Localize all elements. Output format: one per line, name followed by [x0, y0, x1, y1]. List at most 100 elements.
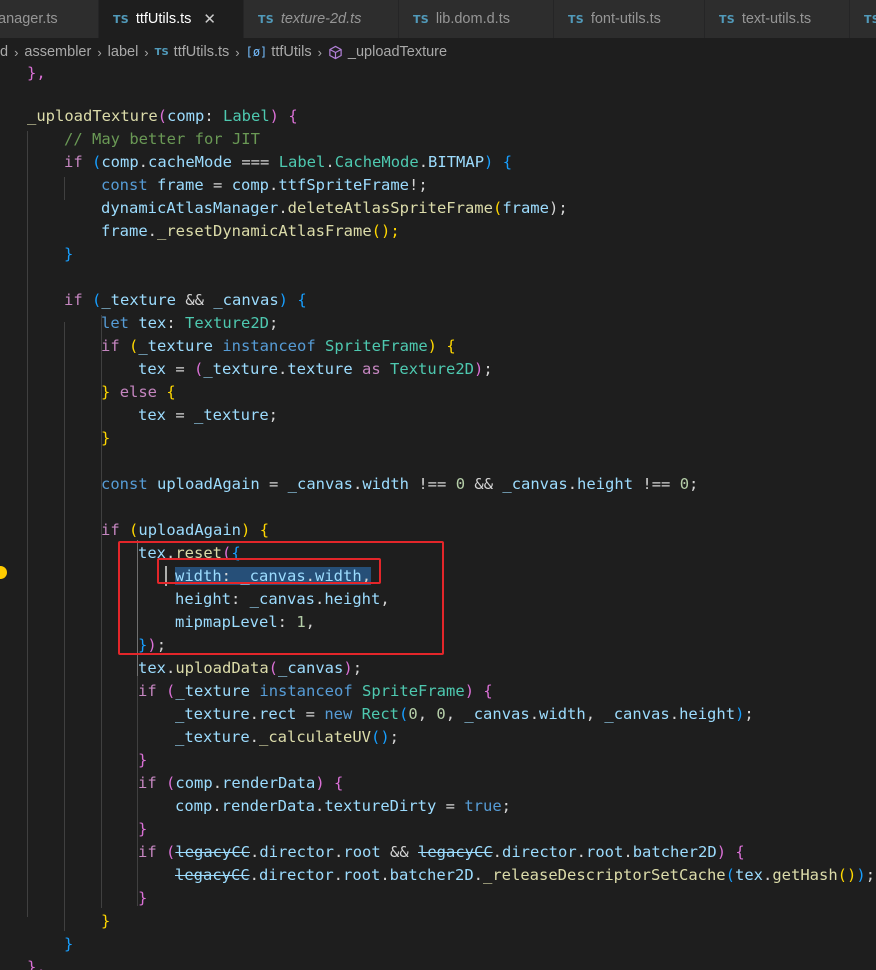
- code-token: 0: [408, 705, 418, 723]
- code-token: ;: [501, 797, 511, 815]
- code-token: .: [669, 705, 680, 723]
- code-token: &&: [380, 843, 419, 861]
- code-token: .: [212, 774, 223, 792]
- code-token: {: [437, 337, 456, 355]
- code-line: if (comp.cacheMode === Label.CacheMode.B…: [64, 151, 512, 174]
- code-token: _texture: [203, 360, 278, 378]
- breadcrumb-item-method[interactable]: _uploadTexture: [348, 44, 447, 60]
- code-token: .: [212, 797, 222, 815]
- code-token: (: [82, 291, 102, 309]
- code-token: CacheMode: [334, 153, 419, 171]
- code-line: tex = _texture;: [138, 404, 278, 427]
- tab-ttfutils[interactable]: TS ttfUtils.ts ✕: [99, 0, 244, 38]
- tab-overflow[interactable]: TS: [850, 0, 876, 38]
- code-token: {: [250, 521, 270, 539]
- chevron-right-icon: ›: [14, 44, 19, 60]
- code-token: =: [203, 176, 232, 194]
- code-token: const: [101, 176, 148, 194]
- tab-font-utils[interactable]: TS font-utils.ts: [554, 0, 705, 38]
- code-token: .: [763, 866, 773, 884]
- code-token: frame: [502, 199, 549, 217]
- code-token: ): [856, 866, 866, 884]
- typescript-file-icon: TS: [719, 12, 735, 26]
- code-line: let tex: Texture2D;: [101, 312, 278, 335]
- code-token: ) {: [278, 291, 307, 309]
- code-token: _releaseDescriptorSetCache: [483, 866, 726, 884]
- code-line: }: [101, 910, 110, 933]
- close-icon[interactable]: ✕: [203, 10, 216, 28]
- code-token: _texture: [175, 682, 251, 700]
- code-token: (): [837, 866, 857, 884]
- method-symbol-icon: [328, 45, 343, 60]
- code-token: ): [464, 682, 475, 700]
- code-line: }: [138, 887, 147, 910]
- code-token: }: [138, 820, 148, 838]
- code-token: instanceof: [259, 682, 353, 700]
- code-token: (: [492, 199, 503, 217]
- code-token: SpriteFrame: [325, 337, 428, 355]
- code-token: instanceof: [222, 337, 316, 355]
- code-line: }: [138, 818, 147, 841]
- code-token: ;: [269, 314, 279, 332]
- chevron-right-icon: ›: [144, 44, 149, 60]
- code-token: .: [325, 153, 335, 171]
- code-token: !==: [633, 475, 680, 493]
- code-token: .: [269, 176, 279, 194]
- code-token: ttfSpriteFrame: [278, 176, 410, 194]
- code-token: }: [138, 751, 148, 769]
- code-token: Label: [223, 107, 270, 125]
- code-token: if: [101, 337, 120, 355]
- breadcrumb-item-file[interactable]: ttfUtils.ts: [174, 44, 230, 60]
- code-token: frame: [101, 222, 148, 240]
- tab-text-utils[interactable]: TS text-utils.ts: [705, 0, 850, 38]
- breadcrumb-item-module[interactable]: ttfUtils: [271, 44, 311, 60]
- code-token: _resetDynamicAtlasFrame: [157, 222, 372, 240]
- code-token: _texture: [175, 705, 250, 723]
- code-token: _canvas: [502, 475, 568, 493]
- code-token: =: [166, 406, 194, 424]
- code-token: cacheMode: [148, 153, 233, 171]
- code-token: ;: [744, 705, 754, 723]
- code-token: (: [166, 774, 176, 792]
- code-token: .: [353, 475, 363, 493]
- code-token: if: [64, 291, 83, 309]
- code-token: root: [343, 866, 381, 884]
- code-token: },: [27, 958, 46, 970]
- code-line: tex.uploadData(_canvas);: [138, 657, 362, 680]
- breadcrumb-item-assembler[interactable]: assembler: [24, 44, 91, 60]
- code-token-deprecated: legacyCC: [175, 866, 250, 884]
- breadcrumb-item[interactable]: d: [0, 44, 8, 60]
- tab-asset-manager[interactable]: anager.ts: [0, 0, 99, 38]
- code-token: renderData: [222, 774, 316, 792]
- code-token: {: [726, 843, 745, 861]
- code-token: if: [64, 153, 83, 171]
- code-token: batcher2D: [389, 866, 474, 884]
- code-token: .: [492, 843, 503, 861]
- code-token: _uploadTexture: [27, 107, 158, 125]
- code-token: ,: [585, 705, 605, 723]
- code-token: _texture: [194, 406, 269, 424]
- code-token: .: [380, 866, 390, 884]
- code-token: dynamicAtlasManager: [101, 199, 279, 217]
- code-line: _uploadTexture(comp: Label) {: [27, 105, 298, 128]
- indent-guide: [101, 540, 102, 908]
- code-token: if: [138, 774, 157, 792]
- code-line: dynamicAtlasManager.deleteAtlasSpriteFra…: [101, 197, 568, 220]
- breadcrumb-item-label[interactable]: label: [108, 44, 139, 60]
- code-line: _texture._calculateUV();: [175, 726, 399, 749]
- tab-label: font-utils.ts: [590, 11, 661, 27]
- typescript-file-icon: TS: [154, 46, 169, 58]
- typescript-file-icon: TS: [413, 12, 429, 26]
- code-token: width: [362, 475, 410, 493]
- tab-texture-2d[interactable]: TS texture-2d.ts: [244, 0, 399, 38]
- code-token: width: [539, 705, 586, 723]
- code-token: .: [278, 360, 288, 378]
- code-token: (: [82, 153, 102, 171]
- code-token: ;: [389, 728, 399, 746]
- code-editor[interactable]: }, _uploadTexture(comp: Label) { // May …: [0, 62, 876, 970]
- code-token: (: [166, 843, 176, 861]
- chevron-right-icon: ›: [235, 44, 240, 60]
- code-token: .: [473, 866, 484, 884]
- tab-lib-dom[interactable]: TS lib.dom.d.ts: [399, 0, 554, 38]
